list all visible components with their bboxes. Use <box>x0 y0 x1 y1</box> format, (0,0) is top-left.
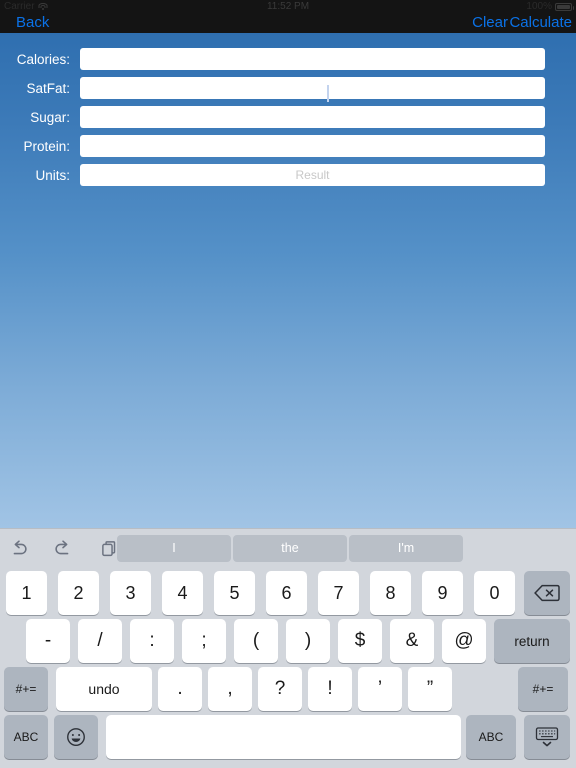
keyboard-row-bottom: ABC ABC <box>0 715 576 760</box>
key-paren-open[interactable]: ( <box>234 619 278 663</box>
text-caret <box>327 85 329 102</box>
calories-input[interactable] <box>80 48 545 70</box>
emoji-icon[interactable] <box>54 715 98 759</box>
key-semicolon[interactable]: ; <box>182 619 226 663</box>
key-paren-close[interactable]: ) <box>286 619 330 663</box>
form-row-protein: Protein: <box>0 135 576 157</box>
space-key[interactable] <box>106 715 461 759</box>
calculate-button[interactable]: Calculate <box>509 14 572 33</box>
symbols-toggle-left-key[interactable]: #+= <box>4 667 48 711</box>
key-4[interactable]: 4 <box>162 571 203 615</box>
key-at[interactable]: @ <box>442 619 486 663</box>
sugar-input[interactable] <box>80 106 545 128</box>
key-colon[interactable]: : <box>130 619 174 663</box>
suggestion-item-2[interactable]: the <box>233 535 347 562</box>
battery-icon <box>555 3 574 11</box>
units-result-input[interactable] <box>80 164 545 186</box>
keyboard-row-punctuation: #+= undo . , ? ! ’ ” #+= <box>0 667 576 712</box>
key-question[interactable]: ? <box>258 667 302 711</box>
battery-percent-label: 100% <box>526 1 552 12</box>
backspace-key[interactable] <box>524 571 570 615</box>
form-row-satfat: SatFat: <box>0 77 576 99</box>
key-5[interactable]: 5 <box>214 571 255 615</box>
key-0[interactable]: 0 <box>474 571 515 615</box>
suggestion-item-1[interactable]: I <box>117 535 231 562</box>
label-sugar: Sugar: <box>30 109 70 125</box>
form-row-calories: Calories: <box>0 48 576 70</box>
key-apostrophe[interactable]: ’ <box>358 667 402 711</box>
suggestion-list: I the I'm <box>117 535 463 562</box>
key-1[interactable]: 1 <box>6 571 47 615</box>
navigation-bar: Back Clear Calculate <box>0 14 576 33</box>
keyboard-row-symbols: - / : ; ( ) $ & @ return <box>0 619 576 664</box>
key-period[interactable]: . <box>158 667 202 711</box>
clear-button[interactable]: Clear <box>472 14 508 33</box>
onscreen-keyboard: I the I'm 1 2 3 4 5 6 7 8 9 0 - /: ; (… <box>0 528 576 768</box>
status-bar-time: 11:52 PM <box>266 1 310 12</box>
protein-input[interactable] <box>80 135 545 157</box>
keyboard-edit-icons <box>8 529 118 569</box>
undo-icon[interactable] <box>8 538 30 560</box>
key-exclamation[interactable]: ! <box>308 667 352 711</box>
abc-left-key[interactable]: ABC <box>4 715 48 759</box>
redo-icon[interactable] <box>52 538 74 560</box>
label-satfat: SatFat: <box>26 80 70 96</box>
key-3[interactable]: 3 <box>110 571 151 615</box>
key-quote[interactable]: ” <box>408 667 452 711</box>
keyboard-rows: 1 2 3 4 5 6 7 8 9 0 - /: ; () $ & @ re… <box>0 569 576 768</box>
suggestion-item-3[interactable]: I'm <box>349 535 463 562</box>
key-hyphen[interactable]: - <box>26 619 70 663</box>
label-units: Units: <box>35 167 70 183</box>
hide-keyboard-icon[interactable] <box>524 715 570 759</box>
form-content: Calories: SatFat: Sugar: Protein: Units: <box>0 33 576 528</box>
key-dollar[interactable]: $ <box>338 619 382 663</box>
key-7[interactable]: 7 <box>318 571 359 615</box>
key-comma[interactable]: , <box>208 667 252 711</box>
status-bar-right: 100% <box>526 0 574 14</box>
key-slash[interactable]: / <box>78 619 122 663</box>
back-button[interactable]: Back <box>16 14 49 33</box>
satfat-input[interactable] <box>80 77 545 99</box>
key-ampersand[interactable]: & <box>390 619 434 663</box>
key-9[interactable]: 9 <box>422 571 463 615</box>
app-root: Carrier 11:52 PM 100% Back Clear Calcula… <box>0 0 576 768</box>
key-8[interactable]: 8 <box>370 571 411 615</box>
abc-right-key[interactable]: ABC <box>466 715 516 759</box>
key-2[interactable]: 2 <box>58 571 99 615</box>
symbols-toggle-right-key[interactable]: #+= <box>518 667 568 711</box>
form-row-units: Units: <box>0 164 576 186</box>
key-undo[interactable]: undo <box>56 667 152 711</box>
paste-icon[interactable] <box>96 538 118 560</box>
status-bar: Carrier 11:52 PM 100% <box>0 0 576 14</box>
label-calories: Calories: <box>16 51 70 67</box>
keyboard-row-numbers: 1 2 3 4 5 6 7 8 9 0 <box>0 571 576 616</box>
label-protein: Protein: <box>23 138 70 154</box>
return-key[interactable]: return <box>494 619 570 663</box>
predictive-text-bar: I the I'm <box>0 529 576 569</box>
key-6[interactable]: 6 <box>266 571 307 615</box>
form-row-sugar: Sugar: <box>0 106 576 128</box>
